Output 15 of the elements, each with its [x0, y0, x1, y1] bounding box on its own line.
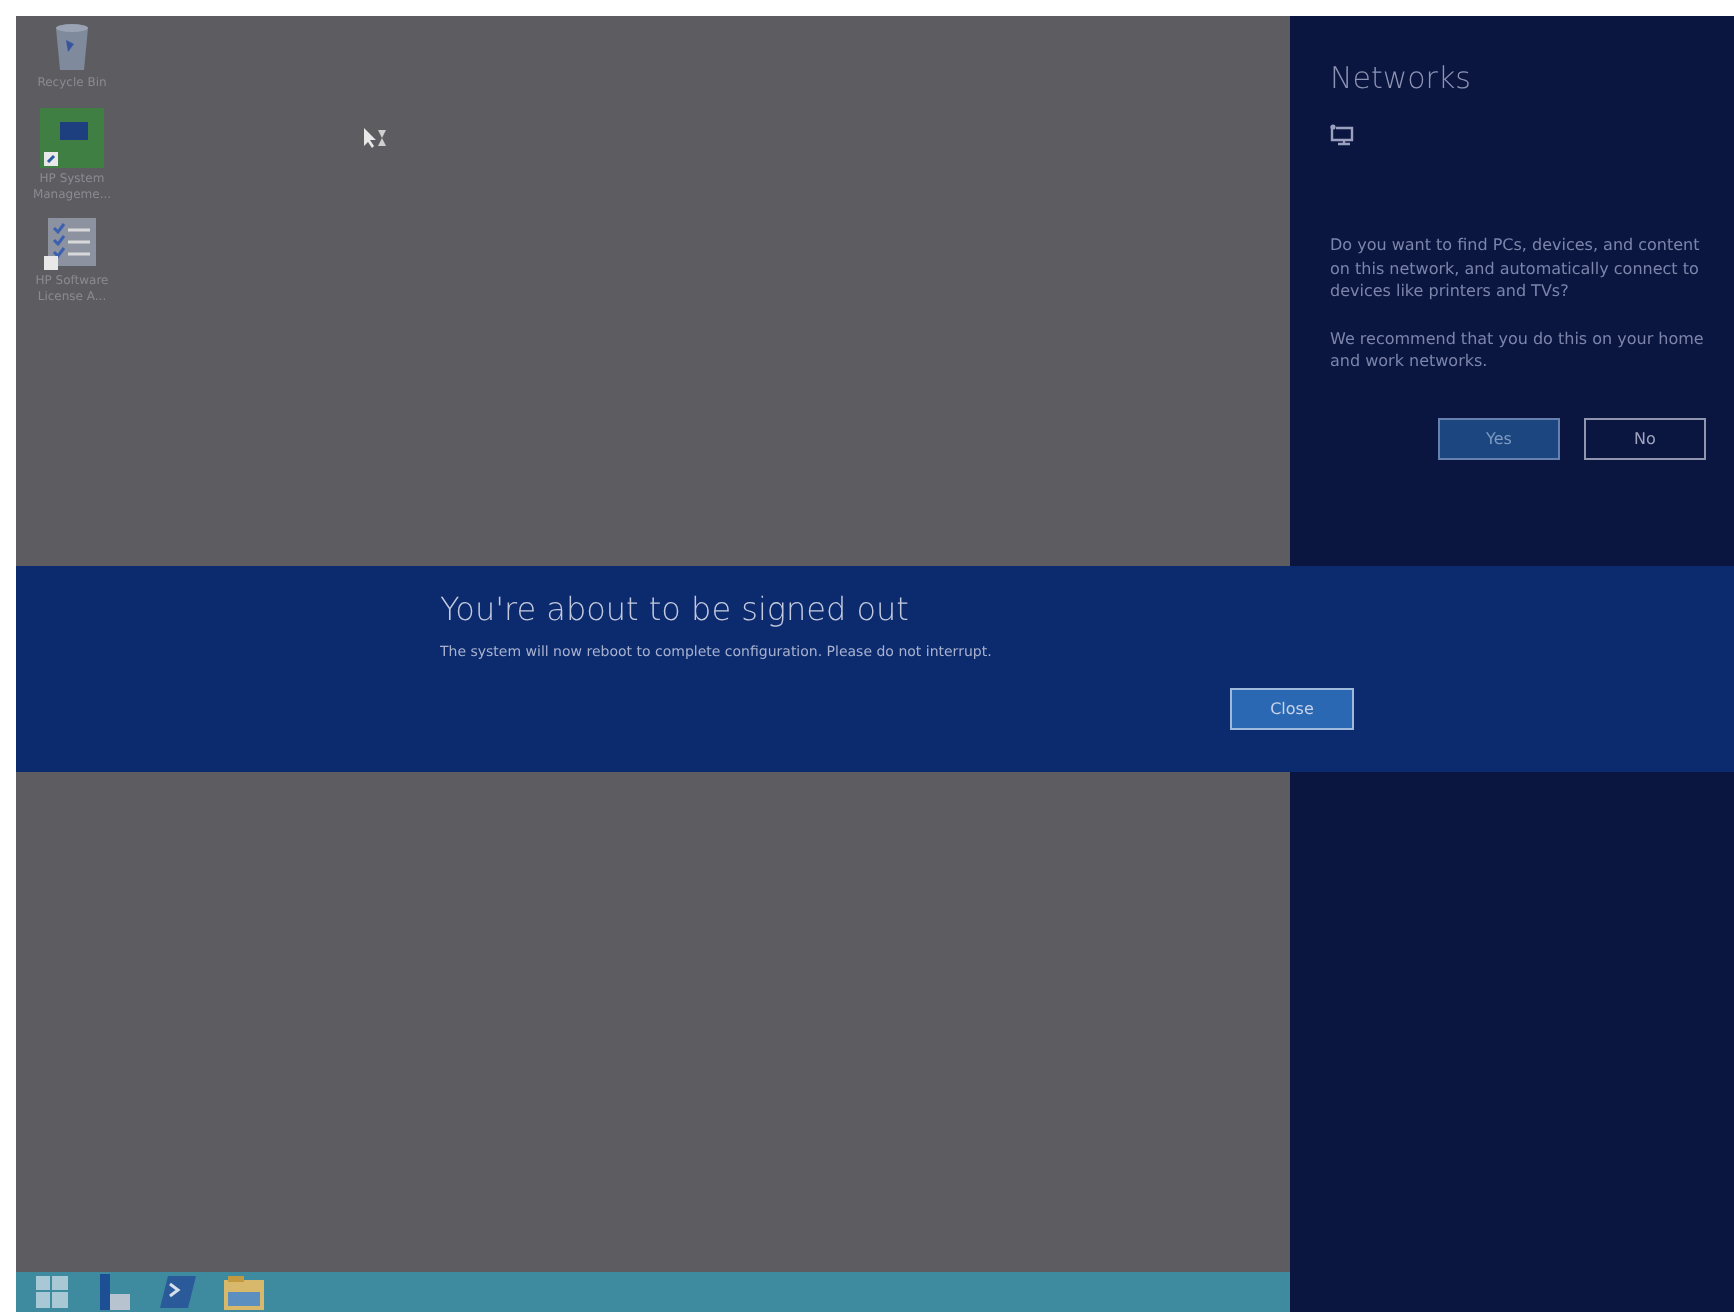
monitor-icon	[40, 107, 104, 168]
panel-text: We recommend that you do this on your home and work networks.	[1330, 327, 1706, 374]
panel-button[interactable]: No	[1584, 417, 1706, 460]
close-button[interactable]: Close	[1230, 688, 1354, 730]
recycle-bin-icon	[50, 20, 94, 72]
panel-button[interactable]: Yes	[1438, 417, 1560, 460]
banner-title: You're about to be signed out	[440, 590, 911, 628]
panel-title: Networks	[1330, 60, 1473, 96]
panel-text: Do you want to find PCs, devices, and content on this network, and automatically connect to devices like printers and TVs?	[1330, 234, 1702, 304]
checklist-icon	[44, 218, 100, 271]
terminal-icon[interactable]	[160, 1276, 196, 1308]
windows-start-icon[interactable]	[36, 1276, 68, 1308]
network-monitor-icon	[1330, 124, 1354, 146]
server-icon[interactable]	[96, 1274, 132, 1310]
busy-pointer-icon	[364, 128, 388, 148]
